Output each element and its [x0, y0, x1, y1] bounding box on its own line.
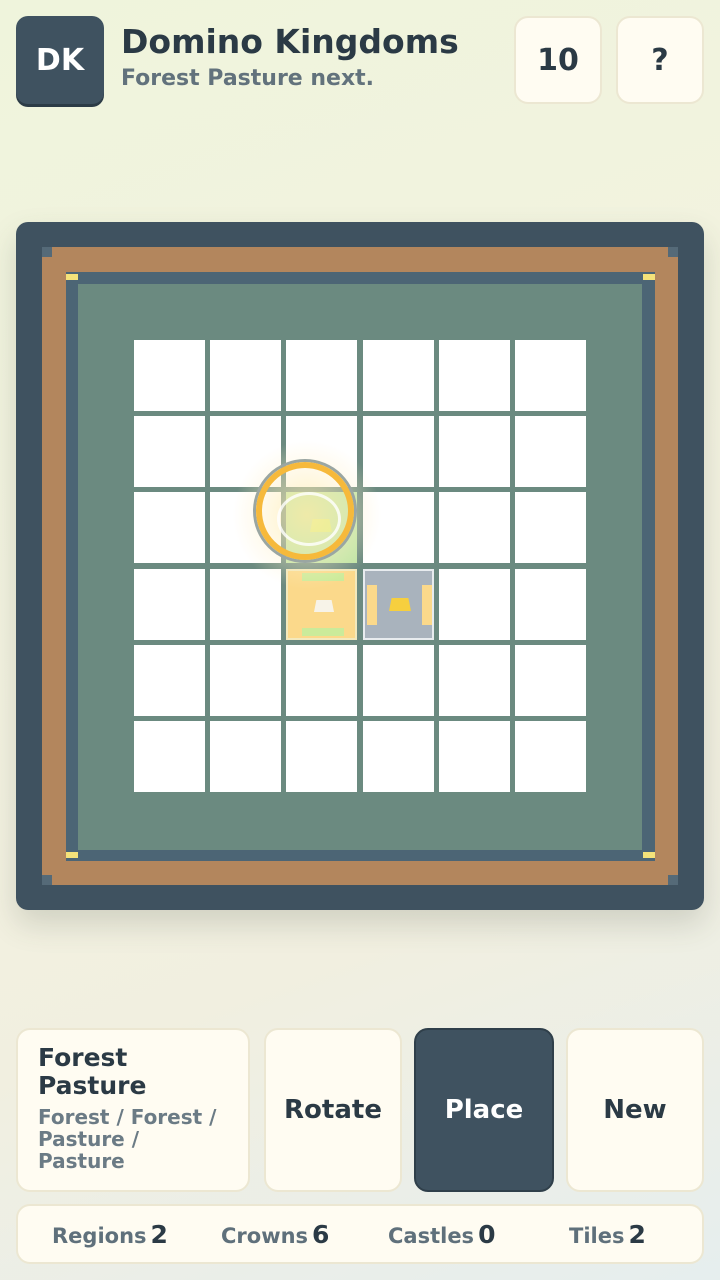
new-game-button[interactable]: New [566, 1028, 704, 1192]
board-cell-empty[interactable] [515, 340, 586, 411]
castle-tower-icon [422, 585, 432, 625]
score-button[interactable]: 10 [514, 16, 602, 104]
board-cell-empty[interactable] [134, 416, 205, 487]
stat-crowns-label: Crowns [221, 1224, 309, 1248]
wall-corner-tl [42, 247, 52, 257]
board-cell-empty[interactable] [286, 340, 357, 411]
castle-keep-icon [389, 598, 411, 611]
torch-light [66, 852, 78, 858]
board-cell-empty[interactable] [134, 492, 205, 563]
board-cell-empty[interactable] [515, 416, 586, 487]
board-cell-empty[interactable] [439, 721, 510, 792]
crown-icon [314, 600, 334, 612]
stats-bar: Regions 2 Crowns 6 Castles 0 Tiles 2 [16, 1204, 704, 1264]
board-cell-empty[interactable] [363, 340, 434, 411]
board-cell-empty[interactable] [363, 645, 434, 716]
stat-tiles: Tiles 2 [569, 1220, 646, 1249]
current-piece-card: Forest Pasture Forest / Forest / Pasture… [16, 1028, 250, 1192]
piece-name: Forest Pasture [38, 1043, 147, 1100]
stat-castles-value: 0 [478, 1220, 496, 1249]
board-cell-empty[interactable] [134, 645, 205, 716]
board-cell-empty[interactable] [439, 569, 510, 640]
board-cell-empty[interactable] [210, 645, 281, 716]
castle-tower-icon [367, 585, 377, 625]
torch-light [643, 274, 655, 280]
board-cell-empty[interactable] [439, 416, 510, 487]
next-piece-status: Forest Pasture next. [121, 66, 375, 91]
board-cell-empty[interactable] [439, 340, 510, 411]
wall-corner-tr [668, 247, 678, 257]
board-cell-empty[interactable] [286, 721, 357, 792]
stat-castles: Castles 0 [388, 1220, 495, 1249]
grass-stripe [302, 628, 344, 636]
board-cell-empty[interactable] [210, 340, 281, 411]
board-cell-empty[interactable] [439, 492, 510, 563]
board-cell-empty[interactable] [515, 645, 586, 716]
game-title: Domino Kingdoms [121, 22, 459, 61]
board-cell-empty[interactable] [439, 645, 510, 716]
board-cell-empty[interactable] [134, 569, 205, 640]
board-cell-empty[interactable] [515, 569, 586, 640]
stat-regions: Regions 2 [52, 1220, 168, 1249]
board-cell-empty[interactable] [134, 340, 205, 411]
rotate-button[interactable]: Rotate [264, 1028, 402, 1192]
board-cell-castle[interactable] [363, 569, 434, 640]
board-cell-empty[interactable] [363, 416, 434, 487]
board-cell-empty[interactable] [210, 721, 281, 792]
wall-corner-bl [42, 875, 52, 885]
piece-description: Forest / Forest / Pasture / Pasture [38, 1105, 217, 1173]
stat-tiles-label: Tiles [569, 1224, 625, 1248]
stat-crowns: Crowns 6 [221, 1220, 329, 1249]
stat-tiles-value: 2 [628, 1220, 646, 1249]
place-button[interactable]: Place [414, 1028, 554, 1192]
wall-corner-br [668, 875, 678, 885]
stat-regions-label: Regions [52, 1224, 147, 1248]
board-cell-empty[interactable] [363, 721, 434, 792]
placement-cursor-inner [277, 492, 341, 546]
stat-castles-label: Castles [388, 1224, 475, 1248]
stat-crowns-value: 6 [312, 1220, 330, 1249]
board-cell-empty[interactable] [134, 721, 205, 792]
app-logo: DK [16, 16, 104, 104]
help-button[interactable]: ? [616, 16, 704, 104]
torch-light [643, 852, 655, 858]
board-cell-empty[interactable] [515, 492, 586, 563]
board-cell-empty[interactable] [515, 721, 586, 792]
board-cell-empty[interactable] [286, 645, 357, 716]
stat-regions-value: 2 [150, 1220, 168, 1249]
torch-light [66, 274, 78, 280]
